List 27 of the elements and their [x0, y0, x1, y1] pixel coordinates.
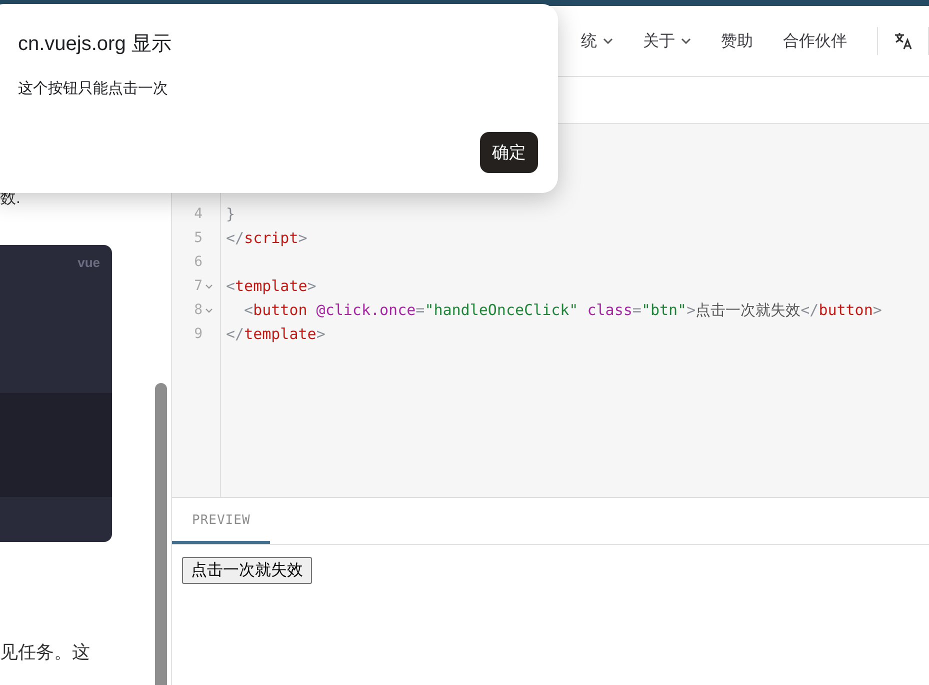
line-number: 5: [193, 230, 203, 246]
line-number: 8: [193, 302, 203, 318]
dialog-title: cn.vuejs.org 显示: [18, 32, 172, 57]
translate-icon[interactable]: [893, 31, 913, 51]
fold-icon[interactable]: [204, 284, 213, 288]
once-button[interactable]: 点击一次就失效: [182, 557, 312, 584]
line-number: 4: [193, 206, 203, 222]
language-label: vue: [78, 255, 100, 270]
caret-icon: [681, 38, 691, 44]
nav-link[interactable]: 统: [581, 30, 613, 52]
ok-button[interactable]: 确定: [480, 132, 538, 173]
code-line: </script>: [226, 229, 308, 247]
code-line: <button @click.once="handleOnceClick" class="btn">点击一次就失效</button>: [243, 300, 882, 320]
code-line: }: [226, 205, 236, 223]
scrollbar-thumb[interactable]: [155, 383, 167, 685]
code-line: </template>: [226, 325, 326, 343]
line-number: 7: [193, 278, 203, 294]
caret-icon: [603, 38, 613, 44]
code-line: <template>: [226, 277, 316, 295]
line-number: 9: [193, 326, 203, 342]
nav-link[interactable]: 关于: [643, 30, 691, 52]
article-text: 见任务。这: [0, 641, 91, 664]
line-number: 6: [193, 254, 203, 270]
dialog-message: 这个按钮只能点击一次: [18, 79, 169, 98]
fold-icon[interactable]: [204, 308, 213, 312]
nav-link[interactable]: 合作伙伴: [783, 30, 847, 52]
nav-link[interactable]: 赞助: [721, 30, 753, 52]
